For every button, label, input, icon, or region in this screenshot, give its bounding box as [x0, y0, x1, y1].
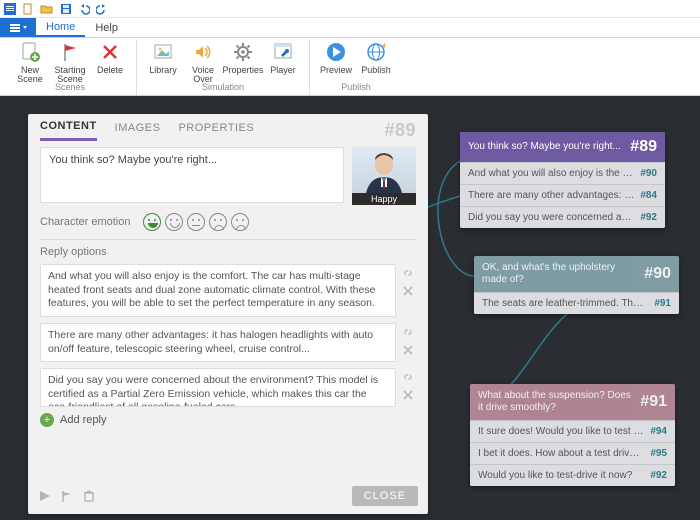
- ribbon-tab-home[interactable]: Home: [36, 18, 85, 37]
- scene-node[interactable]: What about the suspension? Does it drive…: [470, 384, 675, 486]
- redo-icon[interactable]: [96, 3, 108, 15]
- node-reply-row[interactable]: Would you like to test-drive it now?#92: [470, 464, 675, 486]
- node-id: #90: [644, 265, 671, 283]
- node-id: #91: [640, 393, 667, 411]
- avatar-emotion-label: Happy: [352, 193, 416, 205]
- node-reply-row[interactable]: The seats are leather-trimmed. That m...…: [474, 292, 679, 314]
- reply-option: There are many other advantages: it has …: [40, 323, 416, 362]
- emotion-neutral[interactable]: [187, 213, 205, 231]
- app-icon: [4, 3, 16, 15]
- node-title: What about the suspension? Does it drive…: [478, 390, 634, 414]
- character-avatar[interactable]: [352, 147, 416, 193]
- ribbon-tab-help[interactable]: Help: [85, 18, 128, 37]
- app-menu[interactable]: [0, 18, 36, 37]
- library-button[interactable]: Library: [143, 40, 183, 75]
- node-reply-row[interactable]: It sure does! Would you like to test it …: [470, 420, 675, 442]
- emotion-label: Character emotion: [40, 216, 131, 228]
- speaker-icon: [191, 40, 215, 64]
- panel-node-id: #89: [384, 120, 416, 141]
- ribbon-group-label: Simulation: [202, 82, 244, 94]
- node-title: OK, and what's the upholstery made of?: [482, 262, 638, 286]
- save-icon[interactable]: [60, 3, 72, 15]
- open-folder-icon[interactable]: [40, 3, 54, 15]
- flag-icon: [58, 40, 82, 64]
- node-id: #89: [630, 138, 657, 156]
- remove-reply-icon[interactable]: [401, 284, 415, 298]
- ribbon-group-label: Scenes: [55, 82, 85, 94]
- publish-button[interactable]: Publish: [356, 40, 396, 75]
- scene-node[interactable]: OK, and what's the upholstery made of? #9…: [474, 256, 679, 314]
- play-scene-icon[interactable]: [38, 489, 52, 503]
- node-reply-row[interactable]: Did you say you were concerned abou...#9…: [460, 206, 665, 228]
- undo-icon[interactable]: [78, 3, 90, 15]
- scenario-canvas[interactable]: CONTENT IMAGES PROPERTIES #89 Happy Char…: [0, 96, 700, 520]
- ribbon-group-simulation: Library Voice Over Properties Player Sim…: [137, 40, 310, 95]
- close-button[interactable]: CLOSE: [352, 486, 418, 506]
- dialog-text-input[interactable]: [40, 147, 344, 203]
- node-reply-row[interactable]: And what you will also enjoy is the co..…: [460, 162, 665, 184]
- scene-editor-panel: CONTENT IMAGES PROPERTIES #89 Happy Char…: [28, 114, 428, 514]
- reply-text-input[interactable]: There are many other advantages: it has …: [40, 323, 396, 362]
- starting-scene-button[interactable]: Starting Scene: [50, 40, 90, 85]
- player-button[interactable]: Player: [263, 40, 303, 75]
- panel-tab-content[interactable]: CONTENT: [40, 120, 97, 141]
- ribbon-group-publish: Preview Publish Publish: [310, 40, 402, 95]
- emotion-happy[interactable]: [143, 213, 161, 231]
- reply-option: Did you say you were concerned about the…: [40, 368, 416, 407]
- reply-option: And what you will also enjoy is the comf…: [40, 264, 416, 317]
- node-reply-row[interactable]: I bet it does. How about a test drive ri…: [470, 442, 675, 464]
- panel-tab-images[interactable]: IMAGES: [115, 122, 161, 140]
- delete-x-icon: [98, 40, 122, 64]
- add-reply-button[interactable]: + Add reply: [40, 413, 416, 427]
- globe-icon: [364, 40, 388, 64]
- panel-tabs: CONTENT IMAGES PROPERTIES #89: [28, 114, 428, 141]
- emotion-sad[interactable]: [209, 213, 227, 231]
- ribbon-group-label: Publish: [341, 82, 371, 94]
- ribbon: New Scene Starting Scene Delete Scenes L…: [0, 38, 700, 96]
- preview-button[interactable]: Preview: [316, 40, 356, 75]
- remove-reply-icon[interactable]: [401, 388, 415, 402]
- scene-node[interactable]: You think so? Maybe you're right... #89 A…: [460, 132, 665, 228]
- new-file-icon[interactable]: [22, 3, 34, 15]
- panel-tab-properties[interactable]: PROPERTIES: [178, 122, 254, 140]
- node-title: You think so? Maybe you're right...: [468, 141, 624, 153]
- emotion-angry[interactable]: [231, 213, 249, 231]
- delete-button[interactable]: Delete: [90, 40, 130, 75]
- reply-options-label: Reply options: [40, 246, 416, 258]
- picture-icon: [151, 40, 175, 64]
- new-scene-button[interactable]: New Scene: [10, 40, 50, 85]
- remove-reply-icon[interactable]: [401, 343, 415, 357]
- voice-over-button[interactable]: Voice Over: [183, 40, 223, 85]
- gear-icon: [231, 40, 255, 64]
- emotion-smile[interactable]: [165, 213, 183, 231]
- link-icon[interactable]: [401, 325, 415, 339]
- play-icon: [324, 40, 348, 64]
- trash-icon[interactable]: [82, 489, 96, 503]
- reply-text-input[interactable]: Did you say you were concerned about the…: [40, 368, 396, 407]
- page-plus-icon: [18, 40, 42, 64]
- node-reply-row[interactable]: There are many other advantages: it h...…: [460, 184, 665, 206]
- reply-text-input[interactable]: And what you will also enjoy is the comf…: [40, 264, 396, 317]
- wrench-window-icon: [271, 40, 295, 64]
- plus-icon: +: [40, 413, 54, 427]
- ribbon-group-scenes: New Scene Starting Scene Delete Scenes: [4, 40, 137, 95]
- quick-access-toolbar: [0, 0, 700, 18]
- ribbon-tab-row: Home Help: [0, 18, 700, 38]
- set-start-icon[interactable]: [60, 489, 74, 503]
- link-icon[interactable]: [401, 370, 415, 384]
- properties-button[interactable]: Properties: [223, 40, 263, 75]
- link-icon[interactable]: [401, 266, 415, 280]
